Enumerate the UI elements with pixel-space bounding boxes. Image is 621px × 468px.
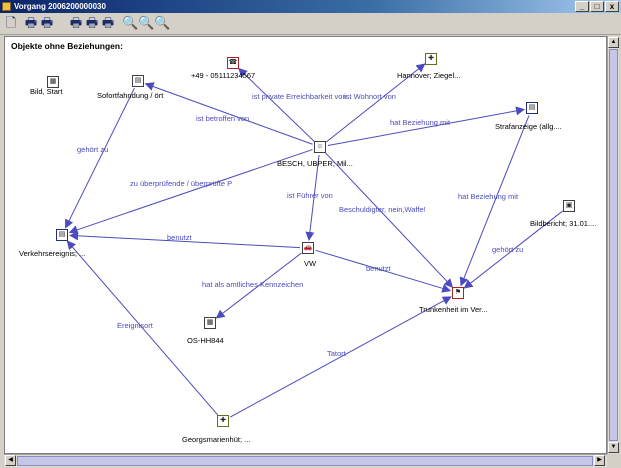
- minimize-button[interactable]: _: [575, 1, 589, 12]
- node-label-hannover[interactable]: Hannover; Ziegel...: [397, 71, 460, 80]
- print-edit-icon[interactable]: 🖶: [39, 15, 55, 31]
- zoom-fit-icon[interactable]: 🔍: [154, 15, 170, 31]
- print-preview-icon[interactable]: 🖶: [100, 15, 116, 31]
- maximize-button[interactable]: □: [590, 1, 604, 12]
- relation-label: Beschuldigter, nein,Waffe!: [339, 205, 426, 214]
- graph-canvas[interactable]: Objekte ohne Beziehungen: ist private Er…: [4, 36, 607, 454]
- zoom-out-icon[interactable]: 🔍: [138, 15, 154, 31]
- relation-label: hat als amtliches Kennzeichen: [202, 280, 304, 289]
- node-label-verkehr[interactable]: Verkehrsereignis; ...: [19, 249, 85, 258]
- node-label-strafanzeige[interactable]: Strafanzeige (allg....: [495, 122, 562, 131]
- photo-report-icon[interactable]: ▣: [563, 200, 575, 212]
- relation-label: benutzt: [167, 233, 192, 242]
- relation-label: hat Beziehung mit: [458, 192, 519, 201]
- node-label-sofort[interactable]: Sofortfahndung / ört: [97, 91, 163, 100]
- close-button[interactable]: x: [605, 1, 619, 12]
- node-label-phone[interactable]: +49 - 05111234567: [191, 71, 255, 80]
- new-document-icon[interactable]: 🗋: [3, 15, 19, 31]
- relation-label: ist Führer von: [287, 191, 333, 200]
- scrollbar-corner: [607, 454, 619, 467]
- node-label-vw[interactable]: VW: [304, 259, 316, 268]
- license-plate-icon[interactable]: ▦: [204, 317, 216, 329]
- location-icon[interactable]: ✚: [217, 415, 229, 427]
- print-icon[interactable]: 🖶: [23, 15, 39, 31]
- relation-label: ist Wohnort von: [344, 92, 396, 101]
- node-label-georgs[interactable]: Georgsmarienhüt; ...: [182, 435, 250, 444]
- traffic-event-icon[interactable]: ▤: [56, 229, 68, 241]
- scroll-right-button[interactable]: ▶: [594, 455, 605, 466]
- horizontal-scroll-thumb[interactable]: [17, 456, 593, 466]
- report-document-icon[interactable]: ▤: [526, 102, 538, 114]
- search-document-icon[interactable]: ▤: [132, 75, 144, 87]
- relation-label: ist private Erreichbarkeit von: [252, 92, 347, 101]
- relation-label: gehört zu: [77, 145, 109, 154]
- horizontal-scrollbar[interactable]: ◀ ▶: [4, 454, 607, 467]
- scroll-up-button[interactable]: ▲: [608, 37, 619, 48]
- relation-label: Tatort: [327, 349, 346, 358]
- scroll-down-button[interactable]: ▼: [608, 442, 619, 453]
- relation-edge-sofort-verkehr[interactable]: [65, 87, 135, 229]
- node-label-kennzeichen[interactable]: OS-HH844: [187, 336, 224, 345]
- window-title: Vorgang 2006200000030: [14, 2, 106, 11]
- zoom-in-icon[interactable]: 🔍: [122, 15, 138, 31]
- vertical-scrollbar[interactable]: ▲ ▼: [607, 36, 619, 454]
- node-label-besch[interactable]: BESCH, UBPER; Mil...: [277, 159, 353, 168]
- node-label-trunkenheit[interactable]: Trunkenheit im Ver...: [419, 305, 488, 314]
- relation-label: benutzt: [366, 264, 391, 273]
- relation-label: ist betroffen von: [196, 114, 250, 123]
- node-label-bildbericht[interactable]: Bildbericht; 31.01....: [530, 219, 596, 228]
- print-selection-icon[interactable]: 🖶: [84, 15, 100, 31]
- phone-number-icon[interactable]: ☎: [227, 57, 239, 69]
- relation-label: hat Beziehung mit: [390, 118, 451, 127]
- window-titlebar[interactable]: Vorgang 2006200000030 _ □ x: [0, 0, 621, 13]
- relation-label: Ereignisort: [117, 321, 153, 330]
- toolbar: 🗋 🖶 🖶 🖶 🖶 🖶 🔍 🔍 🔍: [0, 13, 621, 35]
- address-icon[interactable]: ✚: [425, 53, 437, 65]
- vertical-scroll-thumb[interactable]: [609, 49, 618, 441]
- scroll-left-button[interactable]: ◀: [5, 455, 16, 466]
- offense-icon[interactable]: ⚑: [452, 287, 464, 299]
- app-icon: [2, 2, 11, 11]
- car-icon[interactable]: 🚗: [302, 242, 314, 254]
- person-icon[interactable]: ☺: [314, 141, 326, 153]
- relation-label: gehört zu: [492, 245, 524, 254]
- relation-label: zu überprüfende / überprüfte P: [130, 179, 233, 188]
- node-label-bild[interactable]: Bild, Start: [30, 87, 63, 96]
- print-all-icon[interactable]: 🖶: [68, 15, 84, 31]
- relation-edge-besch-verkehr[interactable]: [68, 149, 313, 235]
